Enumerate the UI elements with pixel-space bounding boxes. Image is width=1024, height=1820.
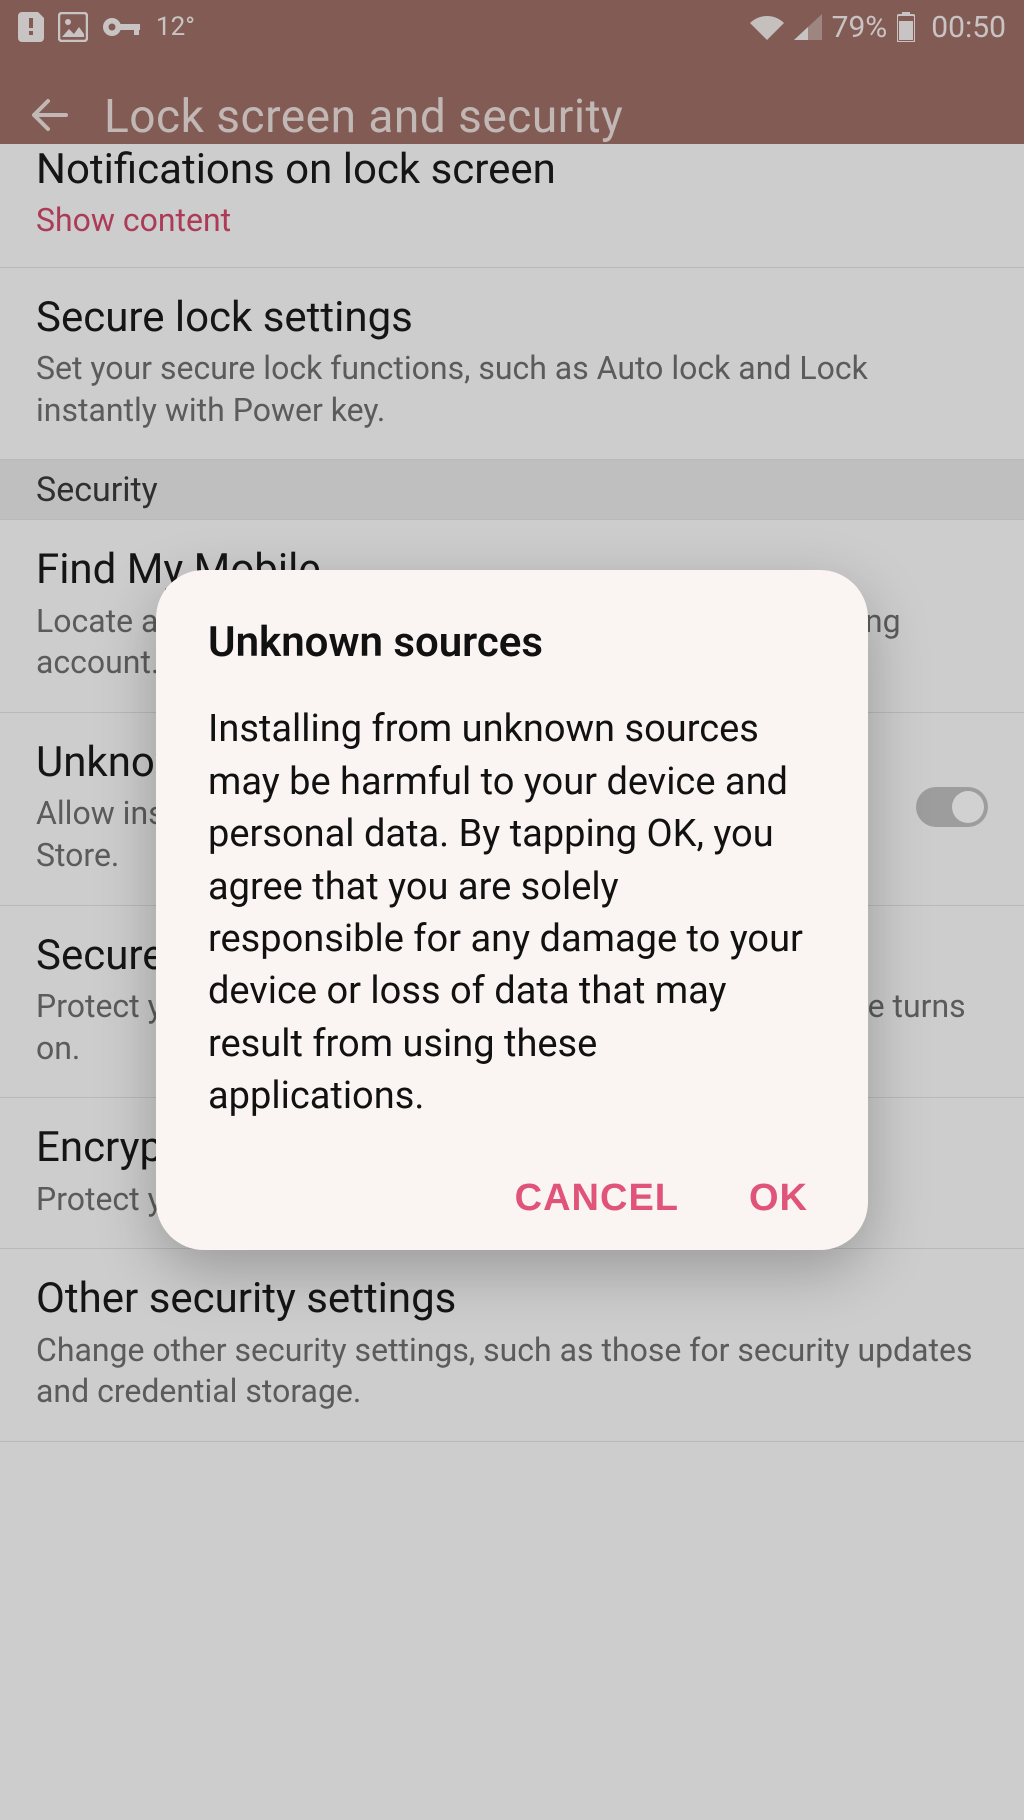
dialog-body: Installing from unknown sources may be h… bbox=[208, 703, 816, 1123]
dialog-title: Unknown sources bbox=[208, 618, 816, 667]
ok-button[interactable]: OK bbox=[749, 1177, 808, 1220]
cancel-button[interactable]: CANCEL bbox=[515, 1177, 679, 1220]
dialog-unknown-sources: Unknown sources Installing from unknown … bbox=[156, 570, 868, 1250]
dialog-actions: CANCEL OK bbox=[208, 1177, 816, 1220]
dialog-wrap: Unknown sources Installing from unknown … bbox=[0, 0, 1024, 1820]
